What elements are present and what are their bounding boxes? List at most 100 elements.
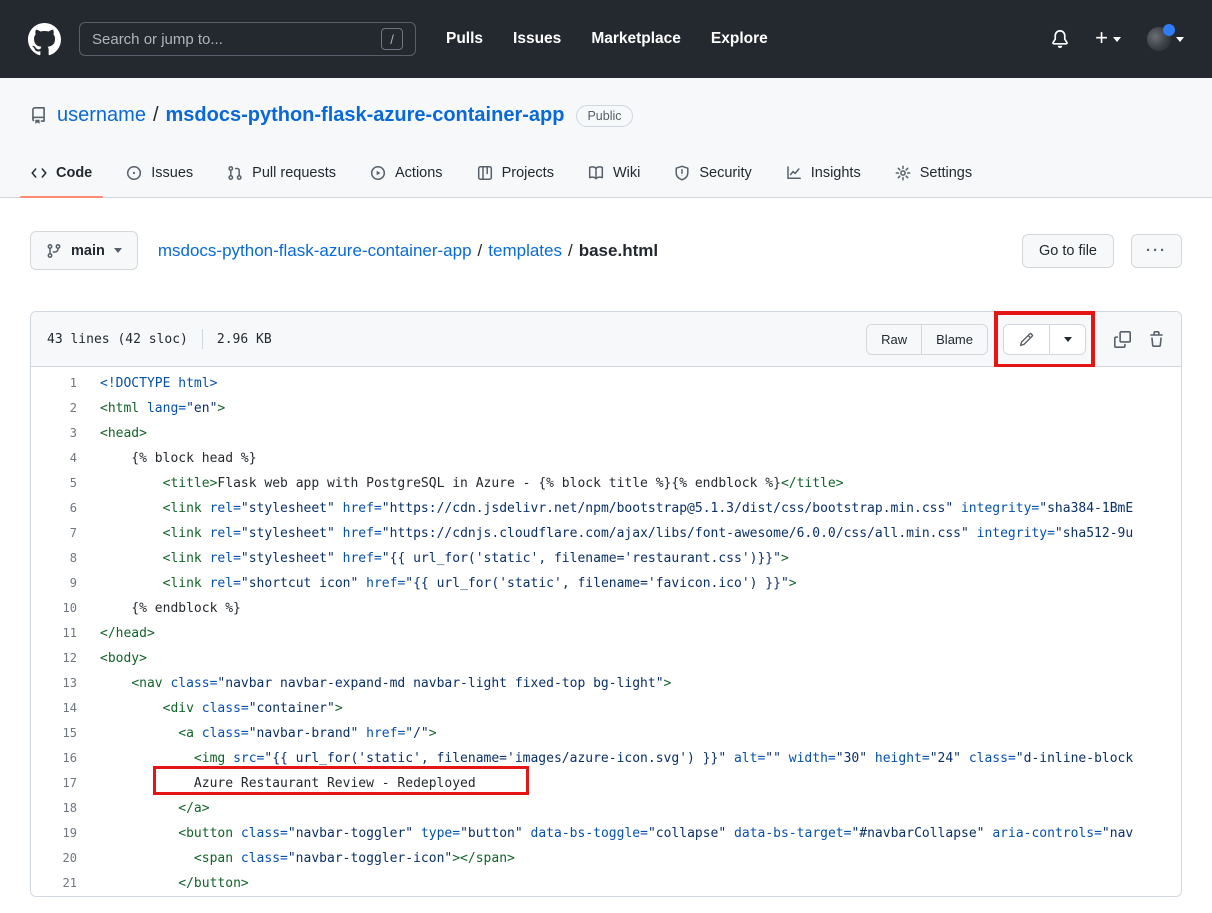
code-text: <body> bbox=[91, 646, 1181, 671]
code-line: 2<html lang="en"> bbox=[31, 396, 1181, 421]
edit-button-group bbox=[1003, 324, 1086, 355]
repo-owner-link[interactable]: username bbox=[57, 104, 146, 127]
more-options-button[interactable]: ··· bbox=[1131, 234, 1182, 268]
raw-button[interactable]: Raw bbox=[867, 325, 921, 354]
branch-selector[interactable]: main bbox=[30, 231, 138, 270]
tab-projects[interactable]: Projects bbox=[462, 149, 569, 197]
line-number[interactable]: 11 bbox=[31, 621, 91, 646]
breadcrumb-link[interactable]: msdocs-python-flask-azure-container-app bbox=[158, 241, 472, 261]
line-number[interactable]: 5 bbox=[31, 471, 91, 496]
line-number[interactable]: 6 bbox=[31, 496, 91, 521]
code-rows: 1<!DOCTYPE html>2<html lang="en">3<head>… bbox=[31, 367, 1181, 896]
code-line: 16 <img src="{{ url_for('static', filena… bbox=[31, 746, 1181, 771]
line-number[interactable]: 9 bbox=[31, 571, 91, 596]
tab-settings[interactable]: Settings bbox=[880, 149, 987, 197]
notifications-bell-icon[interactable] bbox=[1051, 30, 1069, 48]
code-text: <link rel="shortcut icon" href="{{ url_f… bbox=[91, 571, 1181, 596]
code-text: Azure Restaurant Review - Redeployed bbox=[91, 771, 1181, 796]
code-text: <html lang="en"> bbox=[91, 396, 1181, 421]
create-new-menu[interactable]: + bbox=[1095, 30, 1121, 49]
line-number[interactable]: 3 bbox=[31, 421, 91, 446]
code-text: <link rel="stylesheet" href="https://cdn… bbox=[91, 496, 1181, 521]
breadcrumb-separator: / bbox=[568, 241, 573, 261]
line-number[interactable]: 16 bbox=[31, 746, 91, 771]
line-number[interactable]: 17 bbox=[31, 771, 91, 796]
tab-code[interactable]: Code bbox=[16, 149, 107, 197]
header-nav-explore[interactable]: Explore bbox=[711, 30, 768, 48]
header-nav-marketplace[interactable]: Marketplace bbox=[591, 30, 681, 48]
line-number[interactable]: 4 bbox=[31, 446, 91, 471]
blame-button[interactable]: Blame bbox=[921, 325, 987, 354]
repo-pagehead: username / msdocs-python-flask-azure-con… bbox=[0, 78, 1212, 198]
code-text: <!DOCTYPE html> bbox=[91, 371, 1181, 396]
line-number[interactable]: 20 bbox=[31, 846, 91, 871]
line-number[interactable]: 8 bbox=[31, 546, 91, 571]
main-content: main msdocs-python-flask-azure-container… bbox=[0, 231, 1212, 897]
user-menu[interactable] bbox=[1147, 27, 1184, 51]
go-to-file-button[interactable]: Go to file bbox=[1022, 234, 1114, 268]
line-number[interactable]: 10 bbox=[31, 596, 91, 621]
annotation-box-edit-button bbox=[994, 311, 1095, 368]
line-number[interactable]: 18 bbox=[31, 796, 91, 821]
settings-icon bbox=[895, 165, 911, 181]
code-line: 7 <link rel="stylesheet" href="https://c… bbox=[31, 521, 1181, 546]
search-input[interactable]: Search or jump to... / bbox=[79, 22, 416, 56]
breadcrumb: msdocs-python-flask-azure-container-app /… bbox=[158, 241, 658, 261]
actions-icon bbox=[370, 165, 386, 181]
chevron-down-icon bbox=[114, 248, 122, 253]
chevron-down-icon bbox=[1064, 337, 1072, 342]
edit-pencil-button[interactable] bbox=[1004, 325, 1049, 354]
line-number[interactable]: 21 bbox=[31, 871, 91, 896]
code-text: {% block head %} bbox=[91, 446, 1181, 471]
site-header: Search or jump to... / Pulls Issues Market… bbox=[0, 0, 1212, 78]
code-line: 6 <link rel="stylesheet" href="https://c… bbox=[31, 496, 1181, 521]
header-nav-pulls[interactable]: Pulls bbox=[446, 30, 483, 48]
repo-name-link[interactable]: msdocs-python-flask-azure-container-app bbox=[166, 104, 565, 127]
line-number[interactable]: 14 bbox=[31, 696, 91, 721]
tab-pull-requests[interactable]: Pull requests bbox=[212, 149, 351, 197]
code-line: 9 <link rel="shortcut icon" href="{{ url… bbox=[31, 571, 1181, 596]
tab-issues[interactable]: Issues bbox=[111, 149, 208, 197]
code-line: 13 <nav class="navbar navbar-expand-md n… bbox=[31, 671, 1181, 696]
github-logo-icon[interactable] bbox=[28, 23, 61, 56]
copy-file-button[interactable] bbox=[1114, 331, 1131, 348]
file-header: 43 lines (42 sloc) 2.96 KB Raw Blame bbox=[31, 312, 1181, 367]
header-nav-issues[interactable]: Issues bbox=[513, 30, 561, 48]
tab-actions[interactable]: Actions bbox=[355, 149, 458, 197]
line-number[interactable]: 7 bbox=[31, 521, 91, 546]
slash-key-hint: / bbox=[381, 28, 403, 50]
line-number[interactable]: 15 bbox=[31, 721, 91, 746]
breadcrumb-link[interactable]: templates bbox=[488, 241, 562, 261]
visibility-badge: Public bbox=[576, 105, 632, 127]
issue-icon bbox=[126, 165, 142, 181]
tab-label: Projects bbox=[502, 165, 554, 181]
code-text: </head> bbox=[91, 621, 1181, 646]
tab-label: Pull requests bbox=[252, 165, 336, 181]
tab-label: Settings bbox=[920, 165, 972, 181]
code-text: <div class="container"> bbox=[91, 696, 1181, 721]
file-box: 43 lines (42 sloc) 2.96 KB Raw Blame bbox=[30, 311, 1182, 897]
edit-dropdown-button[interactable] bbox=[1049, 325, 1085, 354]
chevron-down-icon bbox=[1176, 37, 1184, 42]
code-text: <head> bbox=[91, 421, 1181, 446]
code-text: <nav class="navbar navbar-expand-md navb… bbox=[91, 671, 1181, 696]
repo-separator: / bbox=[153, 104, 159, 127]
code-text: <span class="navbar-toggler-icon"></span… bbox=[91, 846, 1181, 871]
code-text: <title>Flask web app with PostgreSQL in … bbox=[91, 471, 1181, 496]
tab-insights[interactable]: Insights bbox=[771, 149, 876, 197]
code-line: 17 Azure Restaurant Review - Redeployed bbox=[31, 771, 1181, 796]
line-number[interactable]: 2 bbox=[31, 396, 91, 421]
line-number[interactable]: 19 bbox=[31, 821, 91, 846]
code-line: 18 </a> bbox=[31, 796, 1181, 821]
raw-blame-group: Raw Blame bbox=[866, 324, 988, 355]
repo-tabs: CodeIssues Pull requests Actions Projects Wi… bbox=[0, 149, 1212, 197]
line-number[interactable]: 1 bbox=[31, 371, 91, 396]
delete-file-button[interactable] bbox=[1148, 331, 1165, 348]
tab-wiki[interactable]: Wiki bbox=[573, 149, 655, 197]
code-text: </a> bbox=[91, 796, 1181, 821]
tab-label: Actions bbox=[395, 165, 443, 181]
tab-security[interactable]: Security bbox=[659, 149, 766, 197]
line-number[interactable]: 12 bbox=[31, 646, 91, 671]
header-right: + bbox=[1051, 27, 1184, 51]
line-number[interactable]: 13 bbox=[31, 671, 91, 696]
